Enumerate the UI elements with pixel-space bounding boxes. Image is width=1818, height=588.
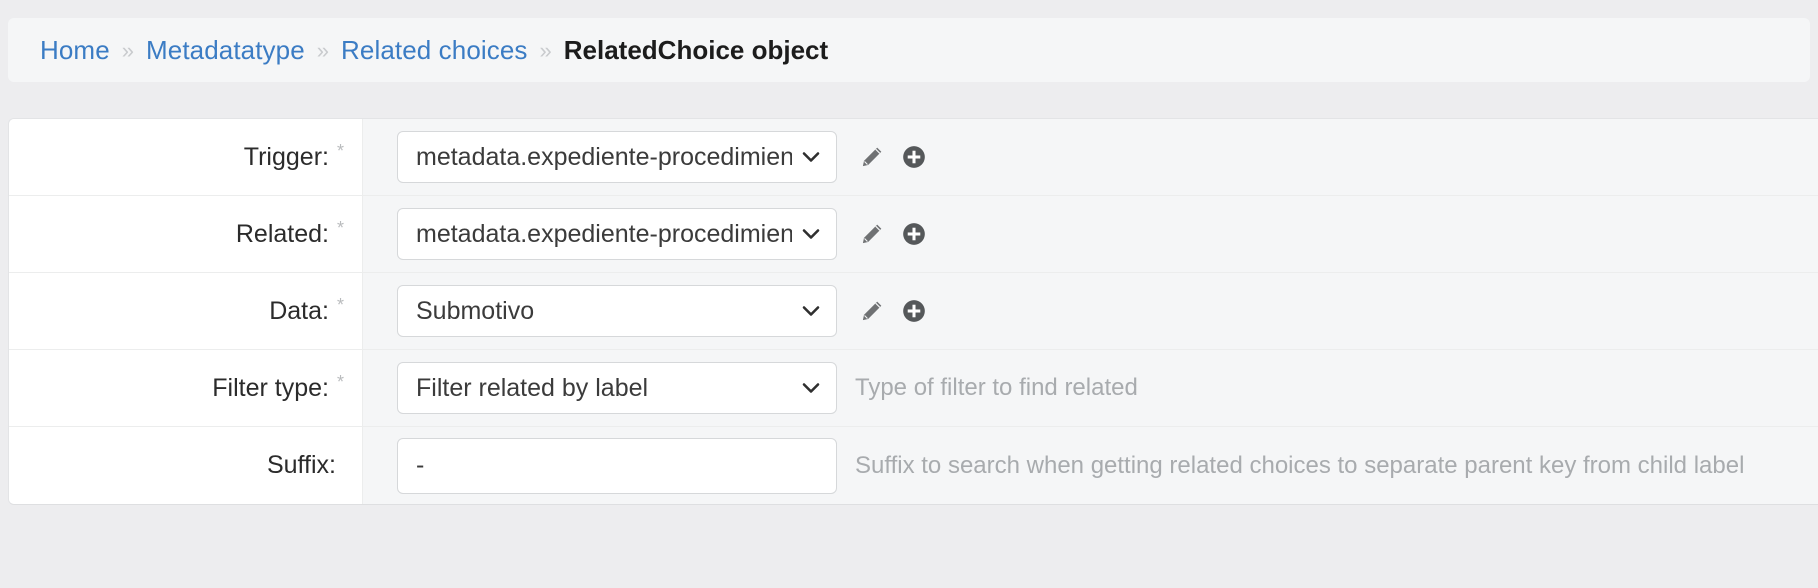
field-label-cell-trigger: Trigger: *	[9, 119, 363, 195]
breadcrumb-item-related-choices[interactable]: Related choices	[341, 35, 528, 66]
breadcrumb-item-home[interactable]: Home	[40, 35, 110, 66]
suffix-input[interactable]	[397, 438, 837, 494]
change-form-fieldset: Trigger: * metadata.expediente-procedimi…	[8, 118, 1818, 505]
field-label-cell-data: Data: *	[9, 273, 363, 349]
field-label-suffix: Suffix:	[267, 451, 336, 480]
field-value-cell-suffix: Suffix to search when getting related ch…	[363, 427, 1818, 504]
related-select[interactable]: metadata.expediente-procedimiento	[397, 208, 837, 260]
chevron-down-icon	[801, 378, 821, 398]
pencil-icon[interactable]	[855, 294, 889, 328]
trigger-select[interactable]: metadata.expediente-procedimiento	[397, 131, 837, 183]
breadcrumb-item-metadatatype[interactable]: Metadatatype	[146, 35, 305, 66]
breadcrumb: Home » Metadatatype » Related choices » …	[8, 18, 1810, 82]
chevron-down-icon	[801, 301, 821, 321]
data-select-value: Submotivo	[416, 297, 792, 326]
required-marker-icon: *	[337, 218, 344, 239]
form-row-data: Data: * Submotivo	[9, 273, 1818, 350]
trigger-select-value: metadata.expediente-procedimiento	[416, 143, 792, 172]
field-help-filter-type: Type of filter to find related	[855, 374, 1138, 402]
related-select-value: metadata.expediente-procedimiento	[416, 220, 792, 249]
filter-type-select[interactable]: Filter related by label	[397, 362, 837, 414]
pencil-icon[interactable]	[855, 140, 889, 174]
filter-type-select-value: Filter related by label	[416, 374, 792, 403]
form-row-suffix: Suffix: Suffix to search when getting re…	[9, 427, 1818, 504]
breadcrumb-separator-icon: »	[317, 38, 329, 64]
plus-circle-icon[interactable]	[897, 294, 931, 328]
field-label-trigger: Trigger:	[244, 143, 329, 172]
form-row-trigger: Trigger: * metadata.expediente-procedimi…	[9, 119, 1818, 196]
field-label-cell-filter-type: Filter type: *	[9, 350, 363, 426]
chevron-down-icon	[801, 224, 821, 244]
form-row-filter-type: Filter type: * Filter related by label T…	[9, 350, 1818, 427]
breadcrumb-separator-icon: »	[122, 38, 134, 64]
field-help-suffix: Suffix to search when getting related ch…	[855, 452, 1744, 480]
breadcrumb-separator-icon: »	[540, 38, 552, 64]
field-value-cell-filter-type: Filter related by label Type of filter t…	[363, 350, 1818, 426]
required-marker-icon: *	[337, 372, 344, 393]
field-label-related: Related:	[236, 220, 329, 249]
data-select[interactable]: Submotivo	[397, 285, 837, 337]
field-value-cell-trigger: metadata.expediente-procedimiento	[363, 119, 1818, 195]
field-label-filter-type: Filter type:	[212, 374, 329, 403]
field-value-cell-related: metadata.expediente-procedimiento	[363, 196, 1818, 272]
breadcrumb-item-current: RelatedChoice object	[564, 35, 828, 66]
chevron-down-icon	[801, 147, 821, 167]
required-marker-icon: *	[337, 141, 344, 162]
plus-circle-icon[interactable]	[897, 217, 931, 251]
field-label-cell-suffix: Suffix:	[9, 427, 363, 504]
required-marker-icon: *	[337, 295, 344, 316]
field-value-cell-data: Submotivo	[363, 273, 1818, 349]
plus-circle-icon[interactable]	[897, 140, 931, 174]
field-label-data: Data:	[269, 297, 329, 326]
field-label-cell-related: Related: *	[9, 196, 363, 272]
form-row-related: Related: * metadata.expediente-procedimi…	[9, 196, 1818, 273]
pencil-icon[interactable]	[855, 217, 889, 251]
